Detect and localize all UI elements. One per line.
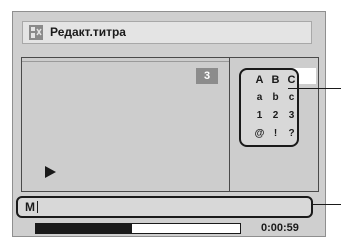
char-key-A[interactable]: A [254,73,265,87]
char-key-C[interactable]: C [286,73,297,87]
char-key-2[interactable]: 2 [270,109,281,123]
playback-progress-fill [36,224,132,233]
callout-line-char-panel [288,88,341,89]
title-bar: Редакт.титра [22,21,312,44]
char-row-lowercase: a b c [241,91,297,105]
char-row-symbols: @ ! ? [241,127,297,141]
char-key-exclamation[interactable]: ! [270,127,281,141]
char-key-b[interactable]: b [270,91,281,105]
title-input-field[interactable]: M [16,196,313,218]
char-key-a[interactable]: a [254,91,265,105]
page-title: Редакт.титра [50,25,126,39]
char-key-question[interactable]: ? [286,127,297,141]
char-row-uppercase: A B C [241,73,297,87]
title-input-value: M [25,200,35,214]
preview-divider [22,61,229,62]
video-preview: 3 [22,58,230,191]
char-key-at[interactable]: @ [254,127,265,141]
text-cursor [37,201,38,213]
char-key-B[interactable]: B [270,73,281,87]
content-area: 3 A B C a b c 1 2 3 @ ! ? [21,57,319,192]
page-badge: 3 [196,68,218,84]
char-key-3[interactable]: 3 [286,109,297,123]
title-edit-screen: Редакт.титра 3 A B C a b c 1 2 3 @ ! ? M… [12,11,326,237]
char-row-digits: 1 2 3 [241,109,297,123]
title-edit-icon [29,25,43,40]
playback-time: 0:00:59 [261,222,299,234]
play-icon [45,166,56,178]
callout-line-input [311,204,341,205]
char-key-c[interactable]: c [286,91,297,105]
character-panel: A B C a b c 1 2 3 @ ! ? [239,68,299,147]
playback-progress-bar [35,223,241,234]
char-key-1[interactable]: 1 [254,109,265,123]
